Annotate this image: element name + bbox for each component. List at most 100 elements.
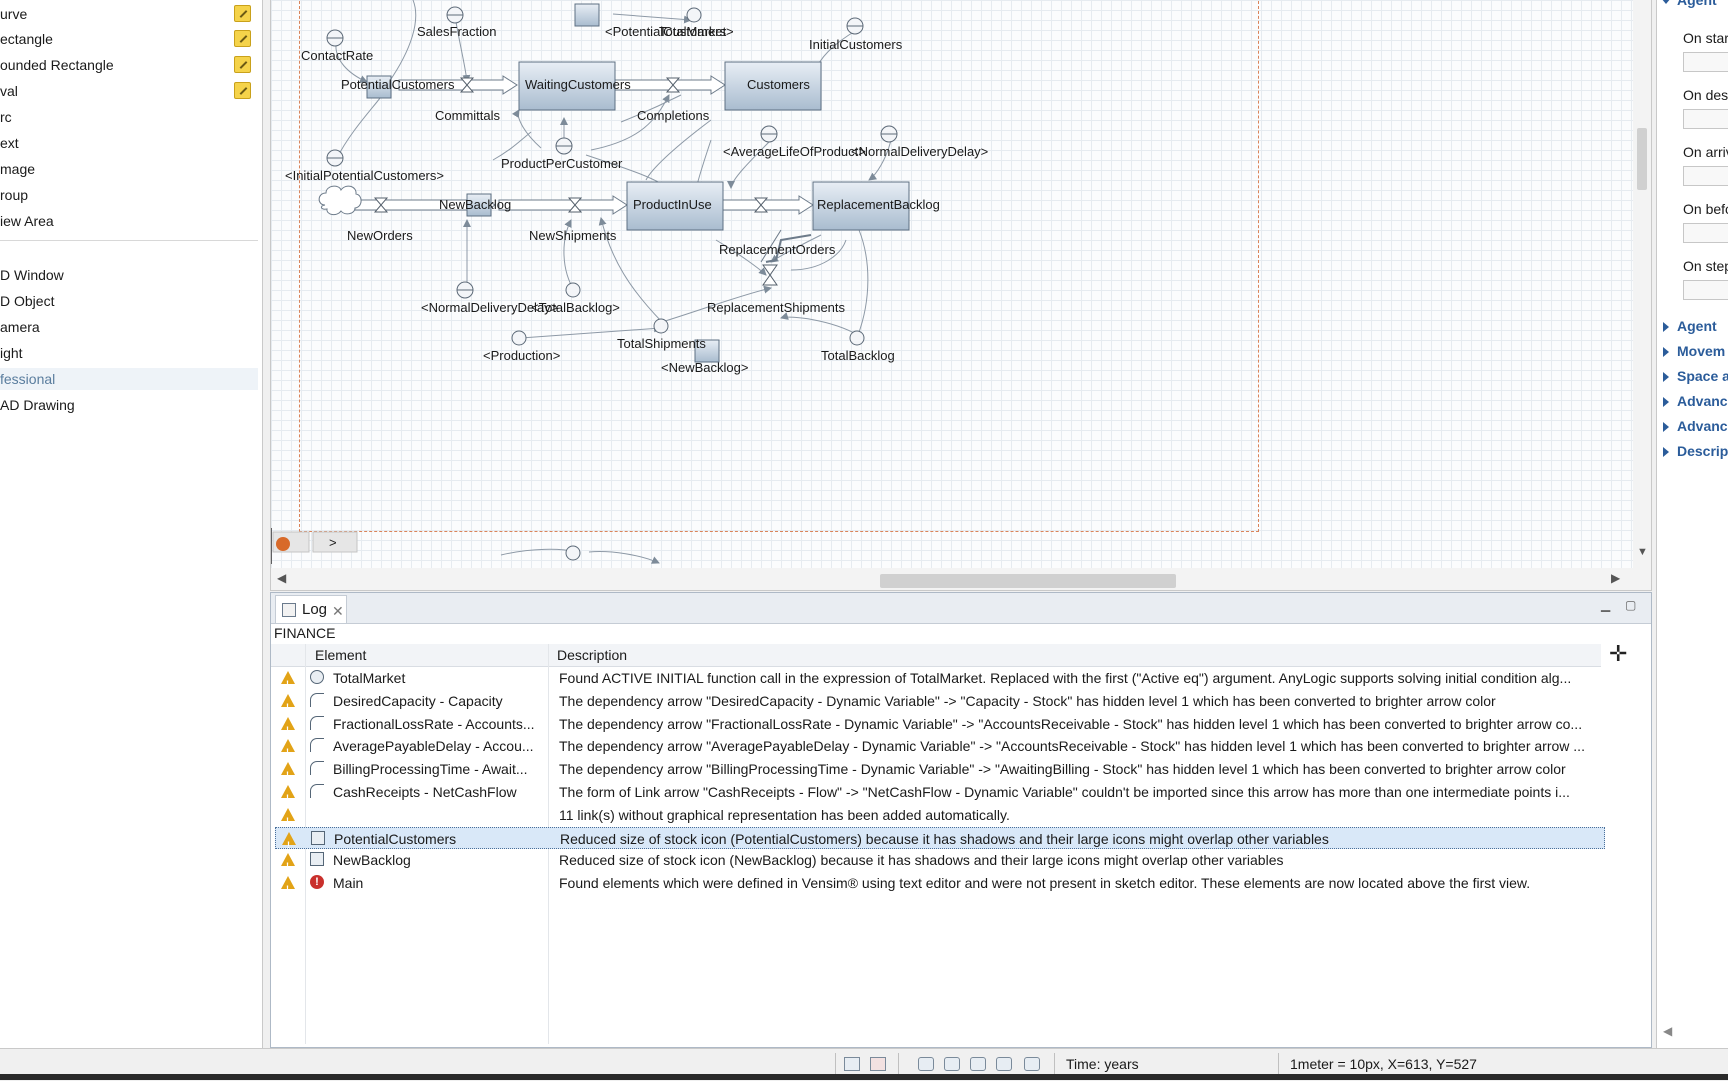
log-row-description: The dependency arrow "BillingProcessingT… — [559, 761, 1566, 778]
maximize-icon[interactable]: ▢ — [1625, 599, 1639, 611]
scroll-left-arrow-icon[interactable]: ◀ — [277, 571, 286, 585]
column-description[interactable]: Description — [557, 644, 627, 666]
log-row[interactable]: FractionalLossRate - Accounts... The depe… — [275, 713, 1605, 741]
properties-panel: Agent On star On des On arriv On befo On ste… — [1656, 0, 1728, 1048]
log-row[interactable]: CashReceipts - NetCashFlow The form of Li… — [275, 781, 1605, 809]
console-icon[interactable] — [844, 1057, 860, 1071]
log-row-element: TotalMarket — [333, 670, 406, 686]
log-row[interactable]: PotentialCustomers Reduced size of stock … — [275, 826, 1605, 856]
minimize-icon[interactable]: ▁ — [1601, 599, 1615, 611]
palette-item[interactable]: iew Area — [0, 210, 258, 232]
properties-section[interactable]: Advanc — [1663, 393, 1728, 409]
log-row[interactable]: NewBacklog Reduced size of stock icon (Ne… — [275, 849, 1605, 877]
page-navigation: > — [271, 528, 358, 564]
log-panel: Log ✕ ▁ ▢ FINANCE Element Description To… — [270, 592, 1652, 1048]
link-tool-icon[interactable] — [970, 1057, 986, 1071]
properties-section[interactable]: Agent — [1663, 318, 1717, 334]
canvas-horizontal-scrollbar[interactable]: ◀ ▶ — [271, 568, 1651, 590]
warning-icon — [281, 693, 295, 718]
stock-potential-customers-shadow[interactable] — [574, 3, 600, 27]
palette-item[interactable]: ectangle — [0, 28, 258, 50]
properties-field-label: On befo — [1683, 201, 1728, 217]
label-initial-customers: InitialCustomers — [809, 37, 903, 52]
properties-field-input[interactable] — [1683, 223, 1728, 243]
pencil-icon[interactable] — [234, 56, 251, 73]
properties-field-input[interactable] — [1683, 52, 1728, 72]
scroll-down-arrow-icon[interactable]: ▼ — [1637, 546, 1648, 558]
panel-scroll-left-icon[interactable]: ◀ — [1663, 1024, 1672, 1038]
palette-item[interactable]: ounded Rectangle — [0, 54, 258, 76]
log-row[interactable]: DesiredCapacity - Capacity The dependency… — [275, 690, 1605, 718]
label-product-in-use: ProductInUse — [633, 197, 712, 212]
variable-icon — [310, 670, 324, 684]
move-tool-icon[interactable] — [996, 1057, 1012, 1071]
pencil-icon[interactable] — [234, 30, 251, 47]
tab-log[interactable]: Log ✕ — [275, 595, 347, 623]
log-row-element: AveragePayableDelay - Accou... — [333, 738, 534, 755]
properties-section-label: Advanc — [1677, 418, 1728, 434]
properties-field-input[interactable] — [1683, 166, 1728, 186]
warning-icon — [281, 716, 295, 741]
log-row-description: The dependency arrow "DesiredCapacity - … — [559, 692, 1496, 709]
origin-marker-icon — [276, 537, 290, 551]
palette-item[interactable]: roup — [0, 184, 258, 206]
diagram-canvas[interactable]: ContactRate SalesFraction <PotentialCust… — [270, 0, 1652, 591]
palette-item[interactable]: mage — [0, 158, 258, 180]
palette-item[interactable]: val — [0, 80, 258, 102]
label-new-backlog: NewBacklog — [439, 197, 511, 212]
log-row-element: Main — [333, 875, 364, 892]
palette-item-3d[interactable]: D Object — [0, 290, 258, 312]
log-icon — [282, 603, 296, 617]
palette-item[interactable]: ext — [0, 132, 258, 154]
palette-group-professional[interactable]: fessional — [0, 368, 258, 390]
properties-field-label: On star — [1683, 30, 1728, 46]
log-row[interactable]: ! Main Found elements which were defined i… — [275, 872, 1605, 900]
column-element[interactable]: Element — [315, 644, 366, 666]
link-arrow-icon — [310, 715, 324, 730]
palette-item-3d[interactable]: amera — [0, 316, 258, 338]
label-new-backlog-shadow: <NewBacklog> — [661, 360, 748, 375]
properties-section[interactable]: Movem — [1663, 343, 1725, 359]
pencil-icon[interactable] — [234, 5, 251, 22]
palette-item-label: ectangle — [0, 31, 53, 47]
layout-tool-icon[interactable] — [1024, 1057, 1040, 1071]
label-replacement-backlog: ReplacementBacklog — [817, 197, 940, 212]
pencil-icon[interactable] — [234, 82, 251, 99]
problems-icon[interactable] — [870, 1057, 886, 1071]
properties-field-label: On des — [1683, 87, 1728, 103]
palette-item-3d[interactable]: ight — [0, 342, 258, 364]
label-initial-potential-customers: <InitialPotentialCustomers> — [285, 168, 444, 183]
properties-section[interactable]: Descrip — [1663, 443, 1728, 459]
log-row[interactable]: 11 link(s) without graphical representat… — [275, 804, 1605, 832]
canvas-vertical-scrollbar[interactable]: ▼ — [1633, 0, 1651, 568]
scroll-right-arrow-icon[interactable]: ▶ — [1611, 571, 1620, 585]
label-sales-fraction: SalesFraction — [417, 24, 496, 39]
palette-item[interactable]: urve — [0, 3, 258, 25]
palette-item-cad-drawing[interactable]: AD Drawing — [0, 394, 258, 416]
log-row[interactable]: BillingProcessingTime - Await... The depe… — [275, 758, 1605, 786]
log-row[interactable]: TotalMarket Found ACTIVE INITIAL function… — [275, 667, 1605, 695]
label-total-backlog-shadow: <TotalBacklog> — [531, 300, 620, 315]
stock-flow-diagram[interactable]: ContactRate SalesFraction <PotentialCust… — [271, 0, 1633, 568]
properties-section[interactable]: Advanc — [1663, 418, 1728, 434]
log-row[interactable]: AveragePayableDelay - Accou... The depend… — [275, 735, 1605, 763]
properties-section[interactable]: Space a — [1663, 368, 1728, 384]
palette-item-label: ounded Rectangle — [0, 57, 114, 73]
properties-section-agent-top[interactable]: Agent — [1661, 0, 1717, 8]
link-arrow-icon — [310, 761, 324, 776]
properties-field-input[interactable] — [1683, 280, 1728, 300]
palette-item-label: rc — [0, 109, 12, 125]
properties-field-input[interactable] — [1683, 109, 1728, 129]
label-new-orders: NewOrders — [347, 228, 413, 243]
select-tool-icon[interactable] — [918, 1057, 934, 1071]
close-icon[interactable]: ✕ — [332, 598, 344, 625]
canvas-horizontal-scroll-thumb[interactable] — [880, 574, 1176, 588]
warning-icon — [281, 671, 295, 695]
link-arrow-icon — [310, 692, 324, 707]
palette-item-3d[interactable]: D Window — [0, 264, 258, 286]
canvas-vertical-scroll-thumb[interactable] — [1637, 128, 1647, 190]
canvas-grid[interactable]: ContactRate SalesFraction <PotentialCust… — [271, 0, 1633, 568]
log-row-description: Found ACTIVE INITIAL function call in th… — [559, 670, 1572, 686]
pan-tool-icon[interactable] — [944, 1057, 960, 1071]
palette-item[interactable]: rc — [0, 106, 258, 128]
